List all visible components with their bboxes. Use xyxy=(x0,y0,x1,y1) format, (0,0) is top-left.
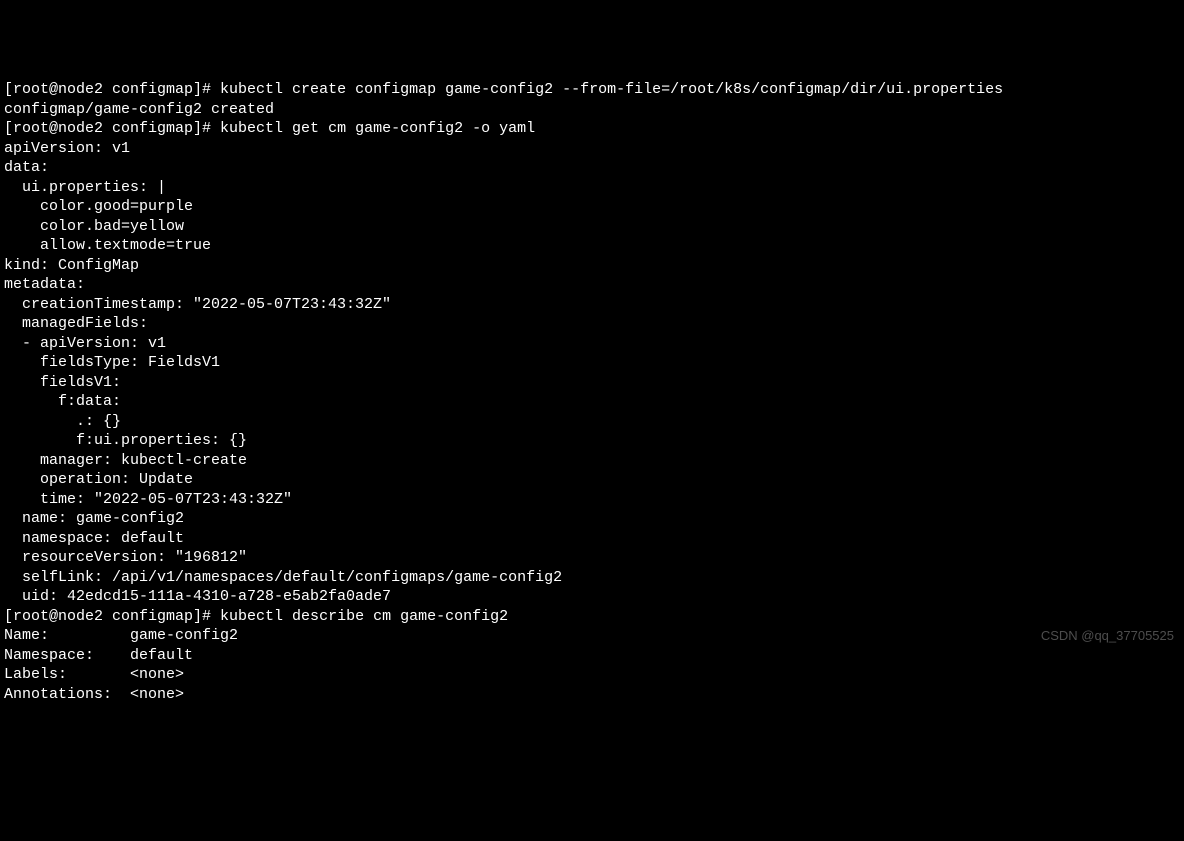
terminal-output[interactable]: [root@node2 configmap]# kubectl create c… xyxy=(4,80,1180,704)
shell-prompt: [root@node2 configmap]# xyxy=(4,608,220,625)
yaml-output-line: metadata: xyxy=(4,276,85,293)
yaml-output-line: operation: Update xyxy=(4,471,193,488)
yaml-output-line: kind: ConfigMap xyxy=(4,257,139,274)
command-text: kubectl create configmap game-config2 --… xyxy=(220,81,1003,98)
watermark-text: CSDN @qq_37705525 xyxy=(1041,628,1174,645)
describe-output-line: Name: game-config2 xyxy=(4,627,238,644)
describe-output-line: Labels: <none> xyxy=(4,666,184,683)
yaml-output-line: color.good=purple xyxy=(4,198,193,215)
yaml-output-line: f:data: xyxy=(4,393,121,410)
yaml-output-line: ui.properties: | xyxy=(4,179,166,196)
yaml-output-line: selfLink: /api/v1/namespaces/default/con… xyxy=(4,569,562,586)
yaml-output-line: uid: 42edcd15-111a-4310-a728-e5ab2fa0ade… xyxy=(4,588,391,605)
yaml-output-line: f:ui.properties: {} xyxy=(4,432,247,449)
yaml-output-line: apiVersion: v1 xyxy=(4,140,130,157)
yaml-output-line: .: {} xyxy=(4,413,121,430)
yaml-output-line: creationTimestamp: "2022-05-07T23:43:32Z… xyxy=(4,296,391,313)
describe-output-line: Namespace: default xyxy=(4,647,193,664)
yaml-output-line: name: game-config2 xyxy=(4,510,184,527)
command-text: kubectl get cm game-config2 -o yaml xyxy=(220,120,535,137)
output-line: configmap/game-config2 created xyxy=(4,101,274,118)
command-text: kubectl describe cm game-config2 xyxy=(220,608,508,625)
yaml-output-line: namespace: default xyxy=(4,530,184,547)
shell-prompt: [root@node2 configmap]# xyxy=(4,81,220,98)
yaml-output-line: resourceVersion: "196812" xyxy=(4,549,247,566)
yaml-output-line: data: xyxy=(4,159,49,176)
yaml-output-line: fieldsV1: xyxy=(4,374,121,391)
describe-output-line: Annotations: <none> xyxy=(4,686,184,703)
yaml-output-line: managedFields: xyxy=(4,315,148,332)
yaml-output-line: fieldsType: FieldsV1 xyxy=(4,354,220,371)
yaml-output-line: manager: kubectl-create xyxy=(4,452,247,469)
yaml-output-line: allow.textmode=true xyxy=(4,237,211,254)
yaml-output-line: - apiVersion: v1 xyxy=(4,335,166,352)
yaml-output-line: time: "2022-05-07T23:43:32Z" xyxy=(4,491,292,508)
shell-prompt: [root@node2 configmap]# xyxy=(4,120,220,137)
yaml-output-line: color.bad=yellow xyxy=(4,218,184,235)
